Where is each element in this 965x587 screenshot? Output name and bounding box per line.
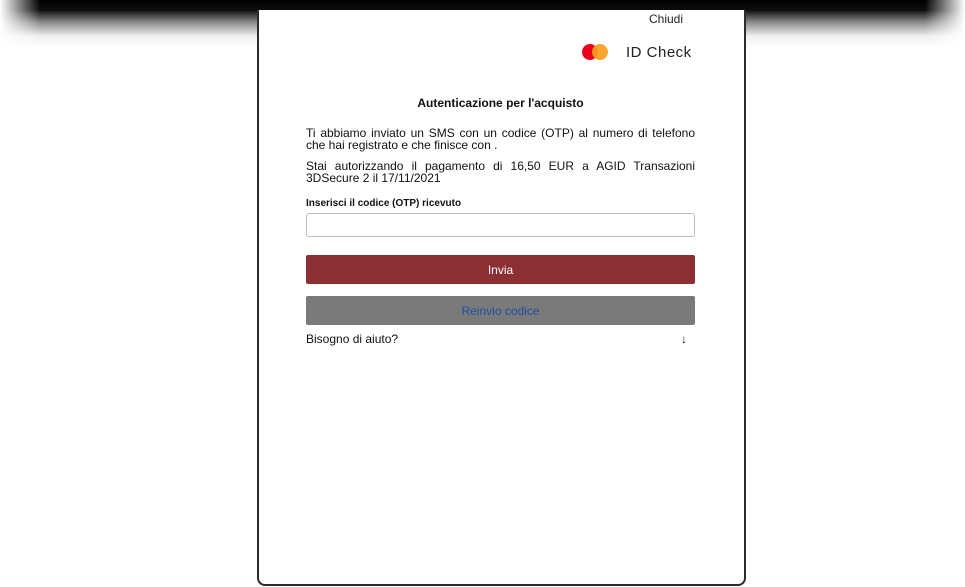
otp-input[interactable]: [306, 213, 695, 237]
page-title: Autenticazione per l'acquisto: [417, 96, 584, 110]
overlay-fade-right: [925, 0, 965, 48]
help-toggle[interactable]: Bisogno di aiuto? ↓: [306, 332, 695, 346]
dialog-content: Autenticazione per l'acquisto Ti abbiamo…: [306, 96, 695, 346]
payment-message: Stai autorizzando il pagamento di 16,50 …: [306, 159, 695, 185]
arrow-down-icon: ↓: [681, 332, 687, 346]
id-check-brand-text: ID Check: [626, 43, 692, 61]
close-link[interactable]: Chiudi: [649, 12, 683, 26]
brand-header: ID Check: [580, 42, 692, 62]
otp-label: Inserisci il codice (OTP) ricevuto: [306, 198, 462, 209]
resend-code-button[interactable]: Reinvio codice: [306, 296, 695, 325]
overlay-fade-left: [0, 0, 40, 48]
send-button[interactable]: Invia: [306, 255, 695, 284]
sms-message: Ti abbiamo inviato un SMS con un codice …: [306, 126, 695, 152]
help-label: Bisogno di aiuto?: [306, 332, 399, 346]
mastercard-logo-icon: [580, 43, 610, 61]
